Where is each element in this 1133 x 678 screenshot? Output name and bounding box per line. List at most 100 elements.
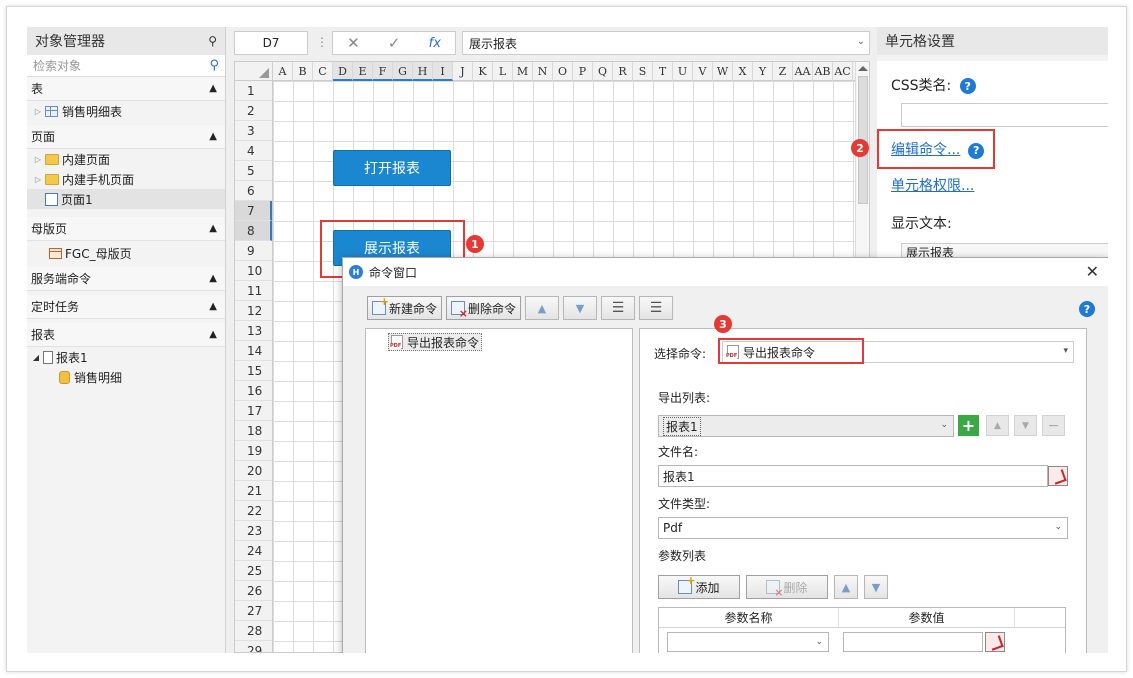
formula-input[interactable]: 展示报表 ⌄ xyxy=(462,31,870,55)
move-up-button[interactable]: ▲ xyxy=(525,296,560,320)
remove-export-button[interactable]: − xyxy=(1042,415,1065,436)
chevron-down-icon[interactable]: ⌄ xyxy=(815,637,823,647)
fx-icon[interactable]: fx xyxy=(429,36,441,51)
tree-item-builtin-pages[interactable]: ▷ 内建页面 xyxy=(27,149,225,169)
tree-item-builtin-mobile-pages[interactable]: ▷ 内建手机页面 xyxy=(27,169,225,189)
row-header[interactable]: 28 xyxy=(235,621,272,641)
column-header[interactable]: M xyxy=(513,62,533,81)
row-header[interactable]: 1 xyxy=(235,81,272,101)
row-header[interactable]: 22 xyxy=(235,501,272,521)
column-header[interactable]: C xyxy=(313,62,333,81)
column-header[interactable]: R xyxy=(613,62,633,81)
cancel-icon[interactable]: ✕ xyxy=(347,34,360,52)
edit-command-link[interactable]: 编辑命令... xyxy=(891,142,960,158)
row-header[interactable]: 17 xyxy=(235,401,272,421)
select-all-corner[interactable] xyxy=(235,62,273,81)
indent-button[interactable]: ☰ xyxy=(601,296,636,320)
add-export-button[interactable]: + xyxy=(958,415,979,436)
column-header[interactable]: G xyxy=(393,62,413,81)
chevron-down-icon[interactable]: ⌄ xyxy=(857,36,865,47)
filetype-dropdown[interactable]: Pdf ⌄ xyxy=(658,517,1068,539)
row-header[interactable]: 9 xyxy=(235,241,272,261)
chevron-down-icon[interactable]: ▾ xyxy=(1063,346,1068,356)
column-header[interactable]: AA xyxy=(793,62,813,81)
move-down-export-button[interactable]: ▼ xyxy=(1014,415,1037,436)
tree-item-master-page[interactable]: FGC_母版页 xyxy=(27,243,225,263)
row-header[interactable]: 8 xyxy=(235,221,272,241)
column-header[interactable]: O xyxy=(553,62,573,81)
row-header[interactable]: 29 xyxy=(235,641,272,652)
delete-param-button[interactable]: 删除 xyxy=(746,575,828,599)
row-header[interactable]: 2 xyxy=(235,101,272,121)
tree-item-report-data[interactable]: 销售明细 xyxy=(27,367,225,387)
collapse-arrow-icon[interactable]: ◢ xyxy=(31,353,41,362)
expand-arrow-icon[interactable]: ▷ xyxy=(33,107,43,116)
column-header[interactable]: T xyxy=(653,62,673,81)
formula-picker-icon[interactable] xyxy=(1048,466,1068,486)
add-param-button[interactable]: 添加 xyxy=(658,574,740,599)
row-header[interactable]: 27 xyxy=(235,601,272,621)
chevron-up-icon[interactable]: ▲ xyxy=(209,301,217,312)
new-command-button[interactable]: 新建命令 xyxy=(367,295,443,320)
chevron-up-icon[interactable]: ▲ xyxy=(209,223,217,234)
row-header[interactable]: 3 xyxy=(235,121,272,141)
row-header[interactable]: 16 xyxy=(235,381,272,401)
command-list[interactable]: 导出报表命令 xyxy=(365,328,633,653)
pin-icon[interactable]: ⚲ xyxy=(208,34,217,48)
column-header[interactable]: E xyxy=(353,62,373,81)
formula-picker-icon[interactable] xyxy=(985,632,1005,652)
column-header[interactable]: I xyxy=(433,62,453,81)
column-header[interactable]: J xyxy=(453,62,473,81)
row-header[interactable]: 24 xyxy=(235,541,272,561)
filename-input[interactable]: 报表1 xyxy=(658,465,1048,487)
search-icon[interactable]: ⚲ xyxy=(209,58,219,73)
section-master[interactable]: 母版页 ▲ xyxy=(27,217,225,241)
row-header[interactable]: 25 xyxy=(235,561,272,581)
delete-command-button[interactable]: 删除命令 xyxy=(446,296,522,320)
row-header[interactable]: 6 xyxy=(235,181,272,201)
column-header[interactable]: Z xyxy=(773,62,793,81)
css-class-input[interactable] xyxy=(901,103,1108,127)
row-header[interactable]: 4 xyxy=(235,141,272,161)
section-pages[interactable]: 页面 ▲ xyxy=(27,125,225,149)
row-header[interactable]: 23 xyxy=(235,521,272,541)
move-up-export-button[interactable]: ▲ xyxy=(986,415,1009,436)
row-header[interactable]: 26 xyxy=(235,581,272,601)
param-name-dropdown[interactable]: ⌄ xyxy=(667,632,829,652)
expand-arrow-icon[interactable]: ▷ xyxy=(33,175,43,184)
row-header[interactable]: 13 xyxy=(235,321,272,341)
close-icon[interactable]: ✕ xyxy=(1086,262,1099,281)
row-header[interactable]: 14 xyxy=(235,341,272,361)
column-header[interactable]: A xyxy=(273,62,293,81)
row-header[interactable]: 12 xyxy=(235,301,272,321)
row-header[interactable]: 21 xyxy=(235,481,272,501)
column-header[interactable]: H xyxy=(413,62,433,81)
column-header[interactable]: P xyxy=(573,62,593,81)
cell-permission-link[interactable]: 单元格权限... xyxy=(891,178,974,194)
section-tables[interactable]: 表 ▲ xyxy=(27,77,225,101)
row-header[interactable]: 15 xyxy=(235,361,272,381)
row-header[interactable]: 5 xyxy=(235,161,272,181)
column-header[interactable]: AC xyxy=(833,62,853,81)
column-header[interactable]: W xyxy=(713,62,733,81)
column-header[interactable]: V xyxy=(693,62,713,81)
chevron-down-icon[interactable]: ⌄ xyxy=(940,420,948,430)
chevron-up-icon[interactable]: ▲ xyxy=(209,131,217,142)
section-scheduled-tasks[interactable]: 定时任务 ▲ xyxy=(27,295,225,319)
tree-item-report1[interactable]: ◢ 报表1 xyxy=(27,347,225,367)
column-header[interactable]: L xyxy=(493,62,513,81)
column-header[interactable]: N xyxy=(533,62,553,81)
section-server-commands[interactable]: 服务端命令 ▲ xyxy=(27,267,225,291)
confirm-icon[interactable]: ✓ xyxy=(388,34,401,52)
column-header[interactable]: U xyxy=(673,62,693,81)
outdent-button[interactable]: ☰ xyxy=(639,296,674,320)
row-header[interactable]: 20 xyxy=(235,461,272,481)
tree-item-sales-detail-table[interactable]: ▷ 销售明细表 xyxy=(27,101,225,121)
command-list-item[interactable]: 导出报表命令 xyxy=(388,333,483,351)
help-icon[interactable]: ? xyxy=(968,142,985,159)
column-header[interactable]: X xyxy=(733,62,753,81)
tree-item-page1[interactable]: 页面1 xyxy=(27,189,225,209)
column-header[interactable]: Y xyxy=(753,62,773,81)
object-search-input[interactable]: 检索对象 ⚲ xyxy=(27,55,225,77)
param-value-input[interactable] xyxy=(843,632,983,652)
